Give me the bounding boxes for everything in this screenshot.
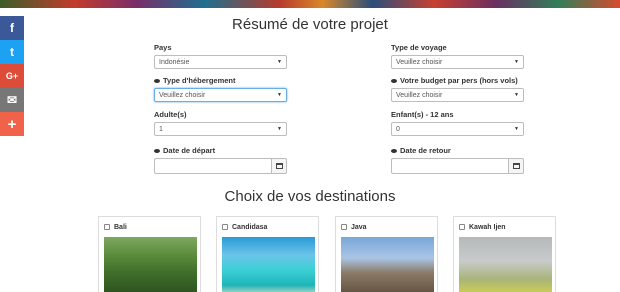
caret-down-icon: ▼ xyxy=(277,59,282,65)
caret-down-icon: ▼ xyxy=(277,92,282,98)
destination-checkbox[interactable] xyxy=(222,224,228,230)
plus-icon: + xyxy=(7,115,17,133)
enfants-select[interactable]: 0 ▼ xyxy=(391,122,524,136)
enfants-field: Enfant(s) - 12 ans 0 ▼ xyxy=(391,109,524,136)
depart-calendar-button[interactable] xyxy=(271,158,287,174)
summary-title: Résumé de votre projet xyxy=(232,16,388,33)
enfants-label: Enfant(s) - 12 ans xyxy=(391,110,454,119)
destination-photo xyxy=(459,237,552,292)
destination-photo xyxy=(104,237,197,292)
caret-down-icon: ▼ xyxy=(514,126,519,132)
adultes-select[interactable]: 1 ▼ xyxy=(154,122,287,136)
budget-field: Votre budget par pers (hors vols) Veuill… xyxy=(391,75,524,102)
destination-checkbox[interactable] xyxy=(341,224,347,230)
destination-name: Kawah Ijen xyxy=(469,223,506,231)
adultes-value: 1 xyxy=(159,125,163,133)
twitter-icon: t xyxy=(10,45,14,59)
destination-name: Java xyxy=(351,223,367,231)
destination-name: Bali xyxy=(114,223,127,231)
retour-calendar-button[interactable] xyxy=(508,158,524,174)
destination-header: Java xyxy=(341,221,432,233)
destination-card-java[interactable]: Java xyxy=(335,216,438,292)
header-banner-image xyxy=(0,0,620,8)
depart-label: Date de départ xyxy=(154,145,287,156)
more-share-button[interactable]: + xyxy=(0,112,24,136)
calendar-icon xyxy=(275,163,283,169)
depart-date-field[interactable] xyxy=(154,158,271,174)
email-icon: ✉ xyxy=(6,93,18,107)
type-voyage-label: Type de voyage xyxy=(391,43,447,52)
caret-down-icon: ▼ xyxy=(514,59,519,65)
type-voyage-select[interactable]: Veuillez choisir ▼ xyxy=(391,55,524,69)
retour-date-field[interactable] xyxy=(391,158,508,174)
calendar-icon xyxy=(512,163,520,169)
destination-name: Candidasa xyxy=(232,223,268,231)
budget-value: Veuillez choisir xyxy=(396,91,443,99)
budget-select[interactable]: Veuillez choisir ▼ xyxy=(391,88,524,102)
type-voyage-field: Type de voyage Veuillez choisir ▼ xyxy=(391,42,524,69)
destination-checkbox[interactable] xyxy=(459,224,465,230)
destination-checkbox[interactable] xyxy=(104,224,110,230)
caret-down-icon: ▼ xyxy=(514,92,519,98)
hebergement-select[interactable]: Veuillez choisir ▼ xyxy=(154,88,287,102)
destination-header: Candidasa xyxy=(222,221,313,233)
adultes-label: Adulte(s) xyxy=(154,110,187,119)
pays-label: Pays xyxy=(154,43,172,52)
budget-label: Votre budget par pers (hors vols) xyxy=(391,75,524,86)
caret-down-icon: ▼ xyxy=(277,126,282,132)
hebergement-label: Type d'hébergement xyxy=(154,75,287,86)
destination-header: Kawah Ijen xyxy=(459,221,550,233)
googleplus-icon: G+ xyxy=(5,71,19,81)
eye-icon xyxy=(391,78,397,83)
destinations-title: Choix de vos destinations xyxy=(224,188,396,205)
destination-photo xyxy=(341,237,434,292)
googleplus-share-button[interactable]: G+ xyxy=(0,64,24,88)
eye-icon xyxy=(391,148,397,153)
destination-photo xyxy=(222,237,315,292)
retour-date-input xyxy=(391,158,524,174)
eye-icon xyxy=(154,78,160,83)
destination-card-candidasa[interactable]: Candidasa xyxy=(216,216,319,292)
pays-value: Indonésie xyxy=(159,58,190,66)
retour-label: Date de retour xyxy=(391,145,524,156)
social-share-bar: f t G+ ✉ + xyxy=(0,16,24,136)
pays-select[interactable]: Indonésie ▼ xyxy=(154,55,287,69)
enfants-value: 0 xyxy=(396,125,400,133)
retour-field: Date de retour xyxy=(391,145,524,174)
email-share-button[interactable]: ✉ xyxy=(0,88,24,112)
type-voyage-value: Veuillez choisir xyxy=(396,58,443,66)
adultes-field: Adulte(s) 1 ▼ xyxy=(154,109,287,136)
eye-icon xyxy=(154,148,160,153)
destination-card-bali[interactable]: Bali xyxy=(98,216,201,292)
hebergement-field: Type d'hébergement Veuillez choisir ▼ xyxy=(154,75,287,102)
depart-date-input xyxy=(154,158,287,174)
hebergement-value: Veuillez choisir xyxy=(159,91,206,99)
pays-field: Pays Indonésie ▼ xyxy=(154,42,287,69)
destination-card-kawah-ijen[interactable]: Kawah Ijen xyxy=(453,216,556,292)
depart-field: Date de départ xyxy=(154,145,287,174)
twitter-share-button[interactable]: t xyxy=(0,40,24,64)
destination-header: Bali xyxy=(104,221,195,233)
